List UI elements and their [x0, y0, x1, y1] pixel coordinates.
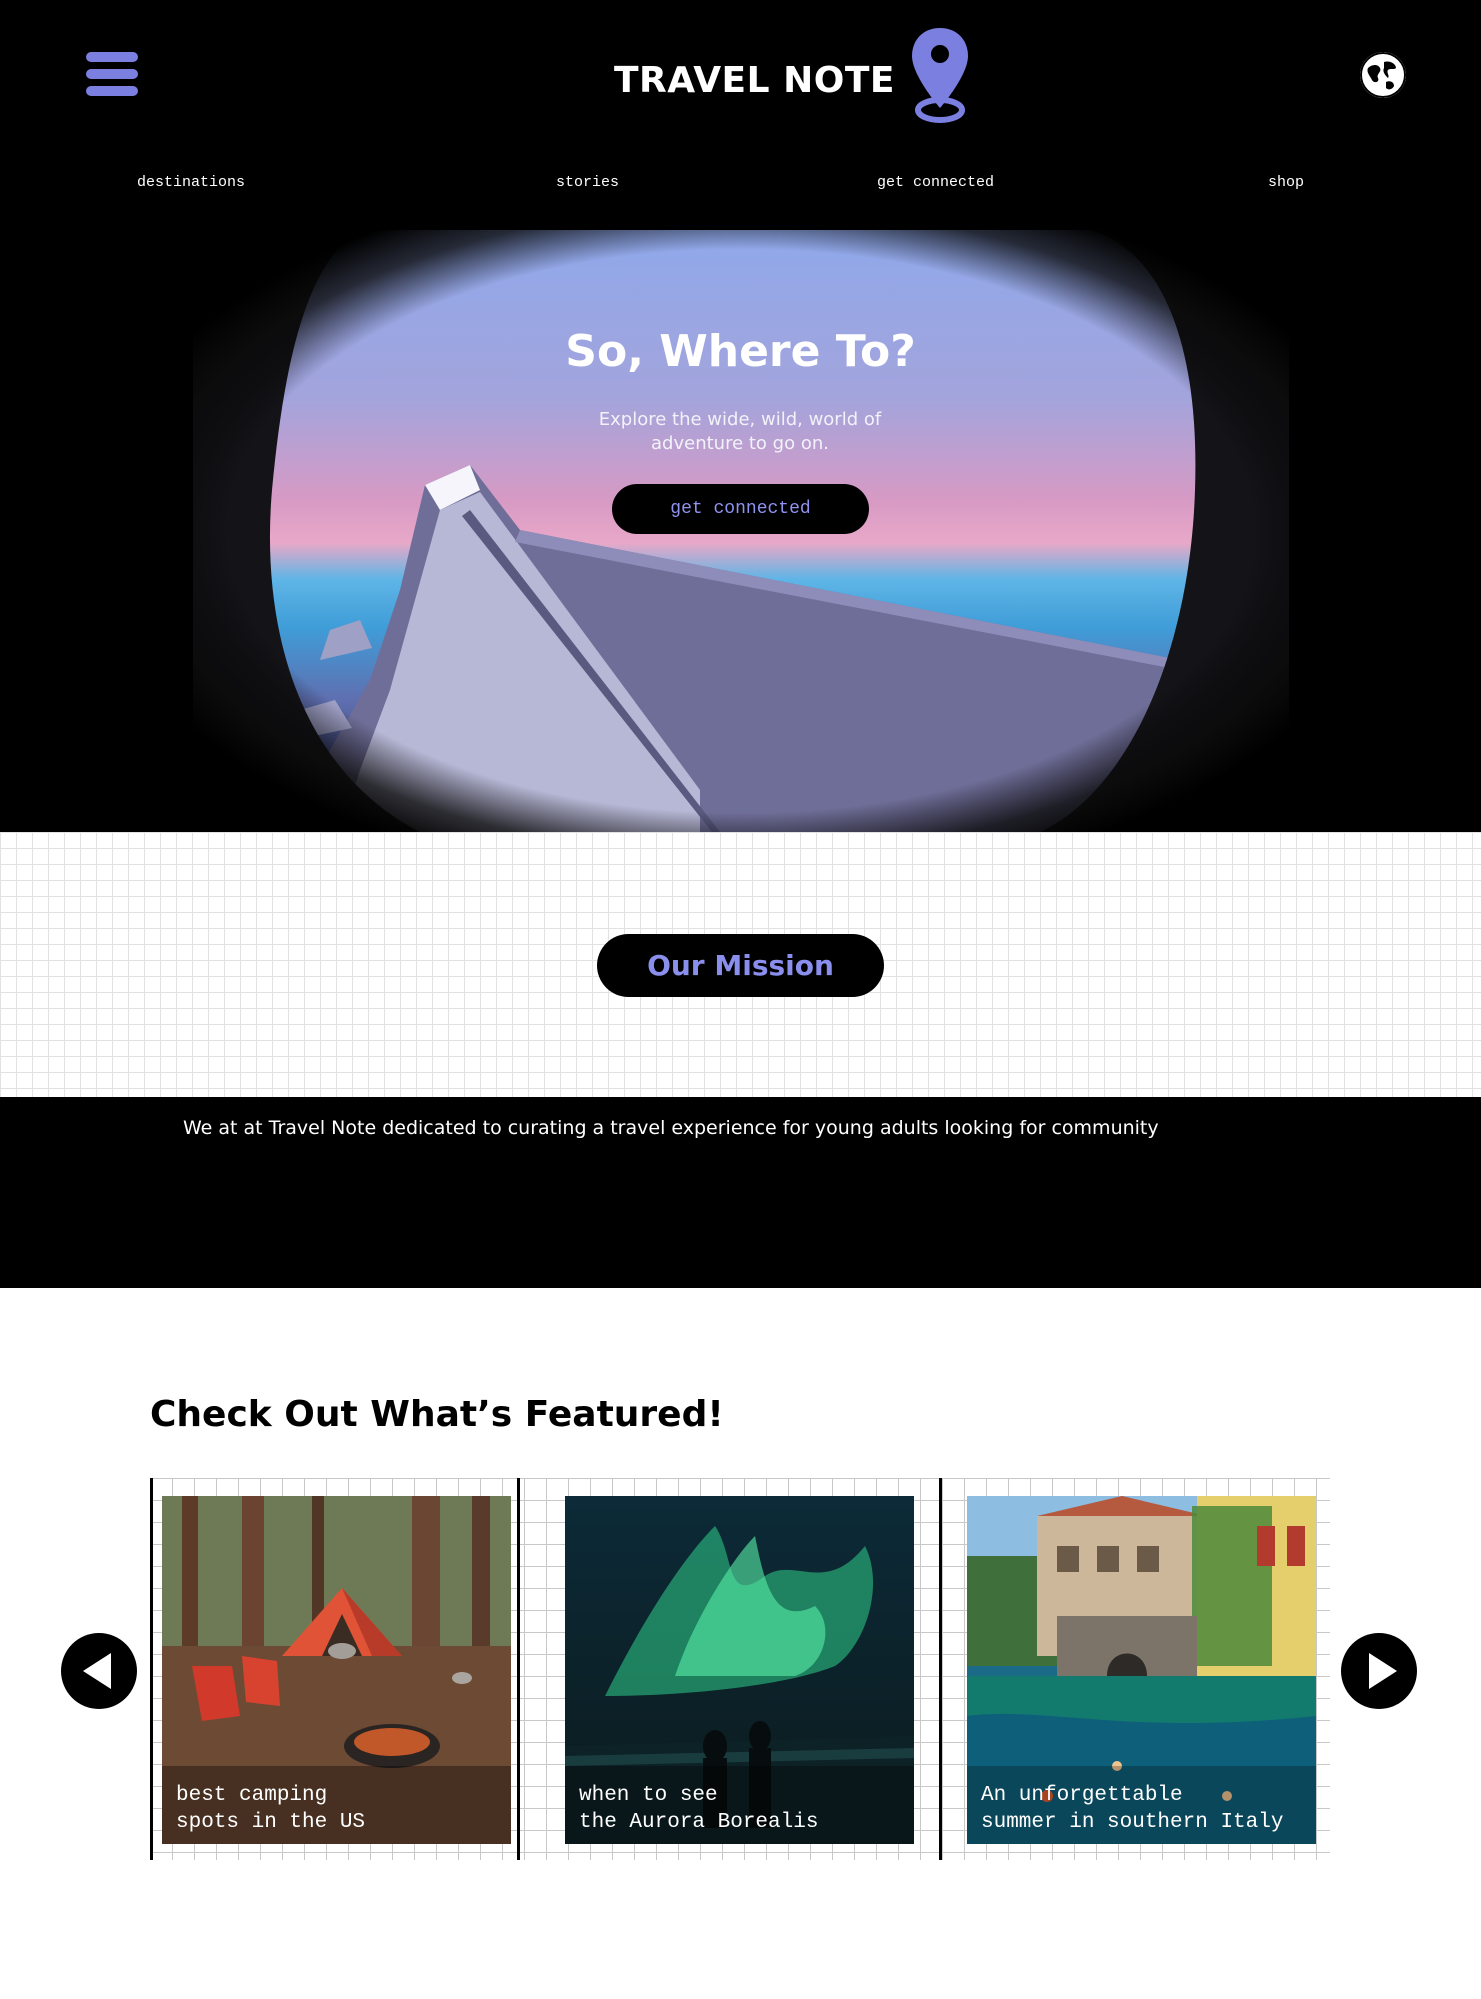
- arrow-left-icon[interactable]: [61, 1633, 137, 1709]
- featured-card-camping[interactable]: best camping spots in the US: [162, 1496, 511, 1844]
- mission-band: We at at Travel Note dedicated to curati…: [0, 1097, 1481, 1288]
- featured-carousel: best camping spots in the US when to see…: [150, 1478, 1330, 1860]
- mission-text: We at at Travel Note dedicated to curati…: [183, 1117, 1159, 1139]
- hero-section: So, Where To? Explore the wide, wild, wo…: [0, 230, 1481, 832]
- featured-card-italy[interactable]: An unforgettable summer in southern Ital…: [967, 1496, 1316, 1844]
- globe-map-icon[interactable]: [1360, 52, 1406, 98]
- featured-title: Check Out What’s Featured!: [150, 1394, 724, 1435]
- main-nav: destinations stories get connected shop: [0, 174, 1481, 198]
- hero-subtitle: Explore the wide, wild, world of adventu…: [598, 409, 882, 454]
- nav-shop[interactable]: shop: [1268, 174, 1304, 191]
- card-caption: when to see the Aurora Borealis: [579, 1784, 819, 1834]
- location-pin-icon: [912, 28, 969, 123]
- our-mission-button[interactable]: Our Mission: [597, 934, 884, 997]
- featured-card-aurora[interactable]: when to see the Aurora Borealis: [565, 1496, 914, 1844]
- brand-name: TRAVEL NOTE: [614, 59, 896, 101]
- nav-destinations[interactable]: destinations: [137, 174, 245, 191]
- card-caption: An unforgettable summer in southern Ital…: [981, 1784, 1284, 1834]
- nav-stories[interactable]: stories: [556, 174, 619, 191]
- brand-logo[interactable]: TRAVEL NOTE: [614, 24, 971, 124]
- hero-title: So, Where To?: [565, 326, 916, 377]
- hamburger-menu-icon[interactable]: [86, 52, 138, 96]
- nav-get-connected[interactable]: get connected: [877, 174, 994, 191]
- arrow-right-icon[interactable]: [1341, 1633, 1417, 1709]
- card-caption: best camping spots in the US: [176, 1784, 366, 1834]
- get-connected-button[interactable]: get connected: [612, 484, 869, 534]
- site-header: TRAVEL NOTE destinations stories get con…: [0, 0, 1481, 230]
